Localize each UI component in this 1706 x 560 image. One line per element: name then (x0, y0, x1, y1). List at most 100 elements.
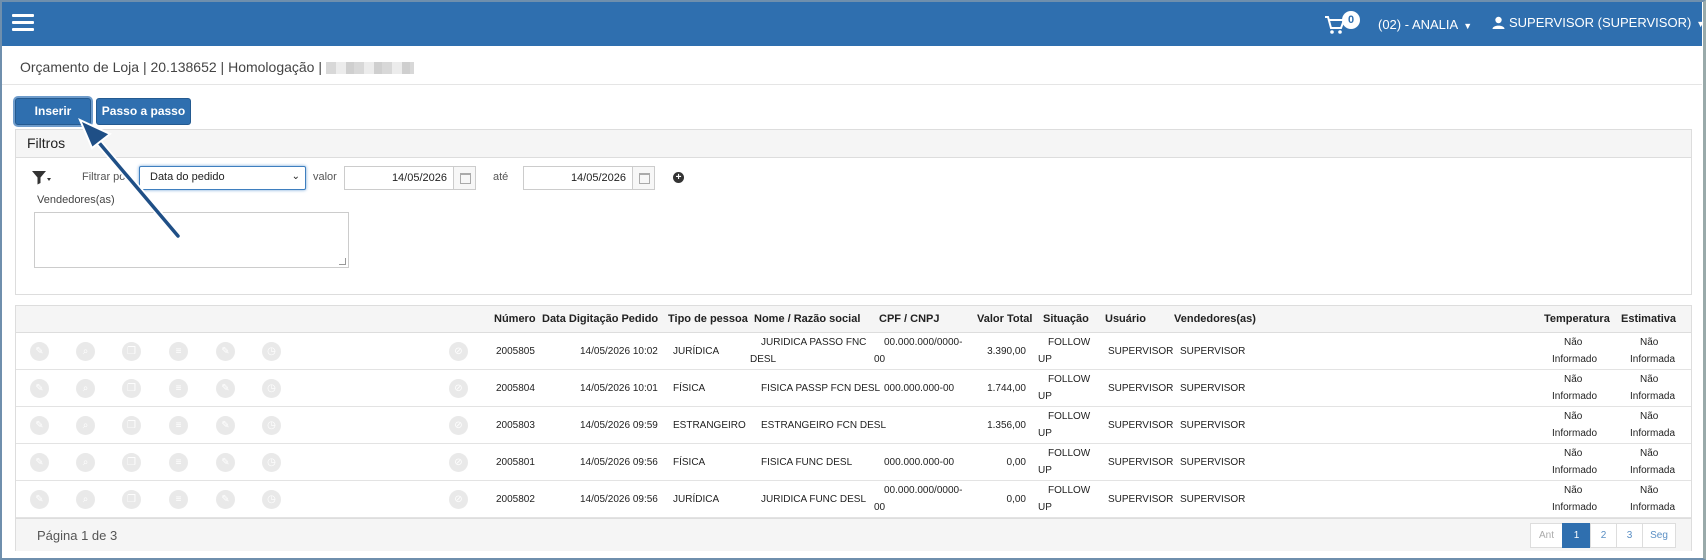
table-row[interactable]: ✎ ⌕ ❐ ≡ ✎ ◷ ⊘ 2005804 14/05/2026 10:01 F… (16, 370, 1691, 407)
edit-icon[interactable]: ✎ (30, 490, 49, 509)
cell-valor: 0,00 (1006, 494, 1026, 505)
col-tipo[interactable]: Tipo de pessoa (668, 313, 748, 325)
history-icon[interactable]: ◷ (262, 453, 281, 472)
col-estimativa[interactable]: Estimativa (1621, 313, 1676, 325)
col-numero[interactable]: Número (494, 313, 536, 325)
edit-note-icon[interactable]: ✎ (216, 342, 235, 361)
filter-funnel-icon[interactable] (32, 170, 52, 186)
cell-nome: FISICA PASSP FCN DESL (761, 383, 881, 394)
edit-icon[interactable]: ✎ (30, 379, 49, 398)
cell-temperatura-cont: Informado (1552, 428, 1598, 439)
col-nome[interactable]: Nome / Razão social (754, 313, 860, 325)
view-icon[interactable]: ⌕ (76, 453, 95, 472)
col-valor[interactable]: Valor Total (977, 313, 1032, 325)
cell-valor: 1.744,00 (987, 383, 1026, 394)
cell-data: 14/05/2026 09:56 (580, 457, 658, 468)
copy-icon[interactable]: ❐ (122, 379, 141, 398)
history-icon[interactable]: ◷ (262, 490, 281, 509)
cancel-icon[interactable]: ⊘ (449, 342, 468, 361)
history-icon[interactable]: ◷ (262, 379, 281, 398)
col-data[interactable]: Data Digitação Pedido (542, 313, 658, 325)
edit-note-icon[interactable]: ✎ (216, 490, 235, 509)
breadcrumb-text: Orçamento de Loja | 20.138652 | Homologa… (20, 59, 322, 75)
list-icon[interactable]: ≡ (169, 379, 188, 398)
edit-icon[interactable]: ✎ (30, 342, 49, 361)
cell-usuario: SUPERVISOR (1108, 346, 1174, 357)
hamburger-menu-icon[interactable] (12, 14, 34, 32)
pager-page-1[interactable]: 1 (1562, 523, 1591, 548)
list-icon[interactable]: ≡ (169, 416, 188, 435)
view-icon[interactable]: ⌕ (76, 379, 95, 398)
cancel-icon[interactable]: ⊘ (449, 416, 468, 435)
table-row[interactable]: ✎ ⌕ ❐ ≡ ✎ ◷ ⊘ 2005802 14/05/2026 09:56 J… (16, 481, 1691, 518)
cell-vendedor: SUPERVISOR (1180, 383, 1246, 394)
col-situacao[interactable]: Situação (1043, 313, 1089, 325)
edit-note-icon[interactable]: ✎ (216, 453, 235, 472)
cancel-icon[interactable]: ⊘ (449, 490, 468, 509)
cell-data: 14/05/2026 09:59 (580, 420, 658, 431)
date-to-input[interactable]: 14/05/2026 (523, 166, 655, 190)
cell-nome: JURIDICA PASSO FNC (761, 337, 867, 348)
cell-numero: 2005801 (496, 457, 535, 468)
cell-cpf: 000.000.000-00 (884, 457, 955, 468)
pager-next[interactable]: Seg (1642, 523, 1676, 548)
list-icon[interactable]: ≡ (169, 490, 188, 509)
cart-button[interactable]: 0 (1324, 11, 1364, 39)
redacted-environment (325, 62, 414, 75)
cell-estimativa-cont: Informada (1630, 465, 1676, 476)
table-row[interactable]: ✎ ⌕ ❐ ≡ ✎ ◷ ⊘ 2005801 14/05/2026 09:56 F… (16, 444, 1691, 481)
list-icon[interactable]: ≡ (169, 342, 188, 361)
table-row[interactable]: ✎ ⌕ ❐ ≡ ✎ ◷ ⊘ 2005803 14/05/2026 09:59 E… (16, 407, 1691, 444)
cell-tipo: JURÍDICA (673, 494, 720, 505)
cell-temperatura-cont: Informado (1552, 354, 1598, 365)
edit-note-icon[interactable]: ✎ (216, 379, 235, 398)
pager-page-2[interactable]: 2 (1590, 523, 1617, 548)
col-vendedores[interactable]: Vendedores(as) (1174, 313, 1256, 325)
col-cpf[interactable]: CPF / CNPJ (879, 313, 940, 325)
edit-icon[interactable]: ✎ (30, 416, 49, 435)
pager-prev[interactable]: Ant (1530, 523, 1563, 548)
cell-situacao-cont: UP (1038, 428, 1052, 439)
cancel-icon[interactable]: ⊘ (449, 453, 468, 472)
filters-title: Filtros (16, 130, 1691, 158)
view-icon[interactable]: ⌕ (76, 342, 95, 361)
cell-vendedor: SUPERVISOR (1180, 457, 1246, 468)
cell-nome: ESTRANGEIRO FCN DESL (761, 420, 887, 431)
cell-tipo: FÍSICA (673, 457, 706, 468)
col-temperatura[interactable]: Temperatura (1544, 313, 1610, 325)
calendar-icon[interactable] (632, 167, 654, 189)
history-icon[interactable]: ◷ (262, 342, 281, 361)
history-icon[interactable]: ◷ (262, 416, 281, 435)
copy-icon[interactable]: ❐ (122, 342, 141, 361)
cell-cpf: 00.000.000/0000- (884, 485, 963, 496)
copy-icon[interactable]: ❐ (122, 416, 141, 435)
user-menu[interactable]: SUPERVISOR (SUPERVISOR) ▼ (1492, 15, 1705, 30)
top-navbar: 0 (02) - ANALIA ▼ SUPERVISOR (SUPERVISOR)… (2, 2, 1705, 46)
date-from-value: 14/05/2026 (391, 172, 447, 184)
table-row[interactable]: ✎ ⌕ ❐ ≡ ✎ ◷ ⊘ 2005805 14/05/2026 10:02 J… (16, 333, 1691, 370)
pager-page-3[interactable]: 3 (1616, 523, 1643, 548)
cell-data: 14/05/2026 10:01 (580, 383, 658, 394)
cancel-icon[interactable]: ⊘ (449, 379, 468, 398)
store-selector[interactable]: (02) - ANALIA ▼ (1378, 17, 1472, 32)
view-icon[interactable]: ⌕ (76, 490, 95, 509)
edit-icon[interactable]: ✎ (30, 453, 49, 472)
cell-valor: 0,00 (1006, 457, 1026, 468)
col-usuario[interactable]: Usuário (1105, 313, 1146, 325)
cell-situacao-cont: UP (1038, 502, 1052, 513)
add-filter-icon[interactable]: + (673, 172, 684, 183)
cell-estimativa-cont: Informada (1630, 391, 1676, 402)
cell-usuario: SUPERVISOR (1108, 457, 1174, 468)
cell-situacao: FOLLOW (1048, 337, 1091, 348)
cell-numero: 2005802 (496, 494, 535, 505)
edit-note-icon[interactable]: ✎ (216, 416, 235, 435)
date-from-input[interactable]: 14/05/2026 (344, 166, 476, 190)
copy-icon[interactable]: ❐ (122, 453, 141, 472)
copy-icon[interactable]: ❐ (122, 490, 141, 509)
view-icon[interactable]: ⌕ (76, 416, 95, 435)
cell-estimativa: Não (1640, 337, 1659, 348)
calendar-icon[interactable] (453, 167, 475, 189)
list-icon[interactable]: ≡ (169, 453, 188, 472)
cell-situacao: FOLLOW (1048, 485, 1091, 496)
value-label: valor (313, 171, 337, 183)
